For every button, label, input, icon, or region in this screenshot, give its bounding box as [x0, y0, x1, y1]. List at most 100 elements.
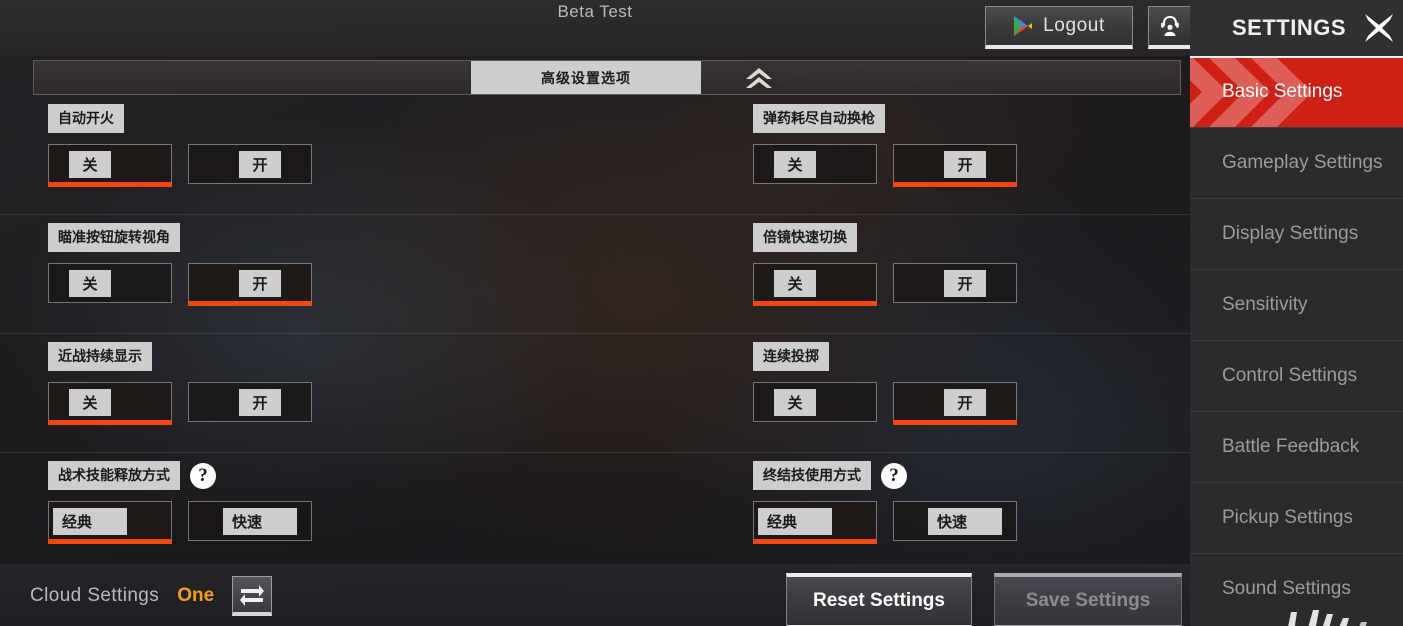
setting-item: 弹药耗尽自动换枪关开 [753, 104, 1017, 187]
sidebar-item-label: Sound Settings [1222, 577, 1351, 599]
sidebar-item-sensitivity[interactable]: Sensitivity [1190, 269, 1403, 340]
setting-item: 终结技使用方式? 经典 快速 [753, 461, 1017, 544]
save-settings-button[interactable]: Save Settings [994, 573, 1182, 626]
sidebar-header: SETTINGS [1190, 0, 1403, 56]
option-button[interactable]: 开 [188, 144, 312, 184]
advanced-settings-chip[interactable]: 高级设置选项 [471, 61, 701, 94]
swap-arrows-icon [240, 584, 265, 606]
option-label: 快速 [928, 507, 1002, 535]
settings-row: 自动开火关开弹药耗尽自动换枪关开 [0, 96, 1190, 215]
cloud-swap-button[interactable] [232, 576, 273, 616]
option-group: 关开 [48, 144, 312, 187]
sidebar-item-gameplay-settings[interactable]: Gameplay Settings [1190, 127, 1403, 198]
setting-label-row: 终结技使用方式? [753, 461, 1017, 490]
setting-label-row: 倍镜快速切换 [753, 223, 1017, 252]
option-label: 开 [239, 388, 281, 416]
option-button[interactable]: 开 [893, 263, 1017, 303]
setting-item: 倍镜快速切换关开 [753, 223, 1017, 306]
settings-sidebar: SETTINGS Basic Settings Gameplay Settings… [1190, 0, 1403, 626]
setting-label: 终结技使用方式 [753, 461, 871, 490]
option-group: 经典 快速 [753, 501, 1017, 544]
google-play-triangle-icon [1014, 16, 1033, 36]
sidebar-item-label: Gameplay Settings [1222, 151, 1383, 173]
help-icon[interactable]: ? [881, 462, 907, 489]
setting-label: 弹药耗尽自动换枪 [753, 104, 885, 133]
cloud-settings-label: Cloud Settings [30, 585, 160, 606]
option-label: 关 [774, 150, 816, 178]
option-label: 关 [774, 269, 816, 297]
logout-label: Logout [1043, 15, 1105, 36]
setting-item: 自动开火关开 [48, 104, 312, 187]
headset-support-icon [1161, 16, 1179, 36]
option-button-selected[interactable]: 关 [753, 263, 877, 306]
setting-label-row: 战术技能释放方式? [48, 461, 312, 490]
option-label: 开 [944, 269, 986, 297]
option-group: 经典 快速 [48, 501, 312, 544]
double-chevron-up-icon [746, 68, 772, 88]
setting-label-row: 近战持续显示 [48, 342, 312, 371]
logout-button[interactable]: Logout [985, 6, 1133, 49]
setting-item: 瞄准按钮旋转视角关 开 [48, 223, 312, 306]
setting-label-row: 连续投掷 [753, 342, 1017, 371]
option-label: 开 [944, 150, 986, 178]
setting-label: 连续投掷 [753, 342, 829, 371]
setting-label: 自动开火 [48, 104, 124, 133]
option-label: 开 [944, 388, 986, 416]
option-label: 快速 [223, 507, 297, 535]
setting-item: 战术技能释放方式? 经典 快速 [48, 461, 312, 544]
setting-label: 瞄准按钮旋转视角 [48, 223, 180, 252]
option-label: 开 [239, 269, 281, 297]
option-button[interactable]: 关 [48, 263, 172, 303]
setting-label: 近战持续显示 [48, 342, 152, 371]
close-x-icon[interactable] [1362, 11, 1396, 45]
cloud-settings-group: Cloud Settings One [30, 576, 273, 616]
option-button-selected[interactable]: 开 [188, 263, 312, 306]
option-button-selected[interactable]: 关 [48, 144, 172, 187]
option-group: 关开 [753, 263, 1017, 306]
sidebar-item-label: Control Settings [1222, 364, 1358, 386]
option-button-selected[interactable]: 经典 [48, 501, 172, 544]
sidebar-item-label: Display Settings [1222, 222, 1359, 244]
game-settings-screen: Beta Test Logout 高级设置选项 自动开火 关 开 弹药耗尽自动换… [0, 0, 1403, 626]
settings-row: 战术技能释放方式? 经典 快速 终结技使用方式? 经典 快速 [0, 453, 1190, 572]
sidebar-item-label: Basic Settings [1222, 81, 1343, 103]
option-group: 关开 [48, 382, 312, 425]
sidebar-item-label: Pickup Settings [1222, 506, 1353, 528]
option-button-selected[interactable]: 经典 [753, 501, 877, 544]
option-label: 开 [239, 150, 281, 178]
settings-row: 近战持续显示关开连续投掷关开 [0, 334, 1190, 453]
reset-settings-button[interactable]: Reset Settings [786, 573, 972, 626]
settings-grid: 自动开火关开弹药耗尽自动换枪关开瞄准按钮旋转视角关开倍镜快速切换关开近战持续显示… [0, 96, 1190, 572]
setting-label-row: 瞄准按钮旋转视角 [48, 223, 312, 252]
option-button[interactable]: 快速 [893, 501, 1017, 541]
collapse-toggle-button[interactable] [739, 65, 779, 93]
sidebar-item-pickup-settings[interactable]: Pickup Settings [1190, 482, 1403, 553]
option-button-selected[interactable]: 开 [893, 382, 1017, 425]
bottom-bar: Cloud Settings One Reset Settings Save S… [0, 564, 1190, 626]
top-bar: Beta Test Logout [0, 0, 1192, 56]
option-group: 关开 [753, 382, 1017, 425]
option-label: 关 [69, 150, 111, 178]
option-group: 关开 [753, 144, 1017, 187]
option-button[interactable]: 关 [753, 144, 877, 184]
sidebar-item-control-settings[interactable]: Control Settings [1190, 340, 1403, 411]
option-button[interactable]: 关 [753, 382, 877, 422]
help-icon[interactable]: ? [190, 462, 216, 489]
sidebar-item-display-settings[interactable]: Display Settings [1190, 198, 1403, 269]
sidebar-item-basic-settings[interactable]: Basic Settings [1190, 56, 1403, 127]
support-avatar-button[interactable] [1148, 6, 1192, 49]
option-label: 经典 [53, 507, 127, 535]
cloud-slot-value: One [177, 585, 215, 606]
setting-label-row: 弹药耗尽自动换枪 [753, 104, 1017, 133]
option-button-selected[interactable]: 开 [893, 144, 1017, 187]
option-button[interactable]: 快速 [188, 501, 312, 541]
option-label: 经典 [758, 507, 832, 535]
option-label: 关 [69, 388, 111, 416]
option-label: 关 [774, 388, 816, 416]
option-button[interactable]: 开 [188, 382, 312, 422]
sidebar-item-battle-feedback[interactable]: Battle Feedback [1190, 411, 1403, 482]
setting-label: 倍镜快速切换 [753, 223, 857, 252]
setting-label: 战术技能释放方式 [48, 461, 180, 490]
sidebar-item-label: Battle Feedback [1222, 435, 1360, 457]
option-button-selected[interactable]: 关 [48, 382, 172, 425]
